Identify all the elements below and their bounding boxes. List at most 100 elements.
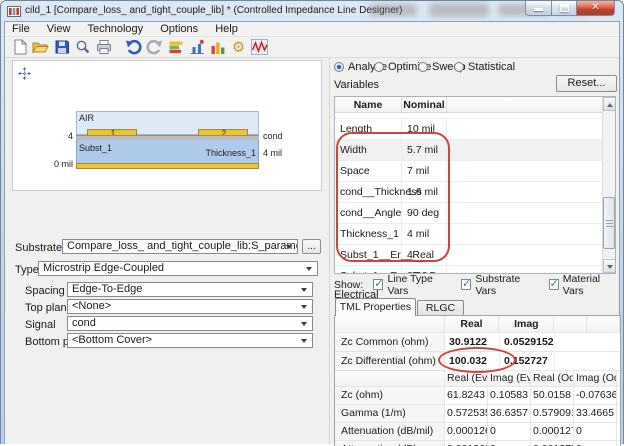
save-button[interactable] [51, 38, 72, 57]
var-value-cell[interactable]: 1.6 mil [402, 182, 447, 202]
real-odd-header: Real (Odd) [531, 371, 574, 386]
top-plane-value: <None> [72, 300, 111, 312]
var-name-cell: Space [335, 161, 402, 181]
browse-button[interactable]: ... [302, 239, 321, 254]
var-value-cell[interactable]: 7 mil [402, 161, 447, 181]
zoom-button[interactable] [72, 38, 93, 57]
titlebar[interactable]: cild_1 [Compare_loss_ and_tight_couple_l… [1, 1, 623, 21]
var-value-cell[interactable]: 90 deg [402, 203, 447, 223]
cross-section-canvas[interactable]: AIR 1 2 4 cond Subst_1 Thickness_1 4 mil… [12, 60, 322, 191]
minimize-icon [534, 8, 543, 11]
impedance-row: Zc Differential (ohm) 100.032 0.152727 [335, 352, 620, 371]
app-icon [7, 5, 21, 17]
value-cell: 0.00012776 [531, 423, 574, 440]
pan-icon [18, 67, 31, 80]
nominal-column-header[interactable]: Nominal [402, 97, 447, 112]
thickness-value-label: 4 mil [263, 148, 282, 158]
menu-item-options[interactable]: Options [153, 22, 205, 37]
variable-row[interactable]: Length10 mil [335, 119, 602, 140]
name-column-header[interactable]: Name [335, 97, 402, 112]
imag-column-header: Imag [499, 316, 554, 332]
checkbox-material-vars[interactable]: ✓ [549, 279, 559, 290]
imag-odd-header: Imag (Odd) [574, 371, 617, 386]
var-value-cell[interactable]: 5.7 mil [402, 140, 447, 160]
scrollbar-thumb[interactable] [603, 197, 615, 249]
tab-tml-properties[interactable]: TML Properties [335, 298, 416, 316]
spacing-type-select[interactable]: Edge-To-Edge [67, 282, 313, 297]
plot-button[interactable] [249, 38, 270, 57]
top-plane-select[interactable]: <None> [67, 299, 313, 314]
scrollbar-up-button[interactable] [603, 97, 616, 111]
menu-item-file[interactable]: File [5, 22, 37, 37]
row-label: Zc Common (ohm) [335, 333, 445, 351]
substrate-editor-button[interactable] [165, 38, 186, 57]
scrollbar-down-button[interactable] [603, 259, 616, 273]
signal-select[interactable]: cond [67, 316, 313, 331]
type-select[interactable]: Microstrip Edge-Coupled [38, 261, 318, 276]
redaction-blur [369, 4, 417, 16]
variable-row[interactable]: cond__Angle90 deg [335, 203, 602, 224]
mode-row: Gamma (1/m) 0.572535 36.6357 0.579091 33… [335, 405, 620, 423]
variable-row[interactable]: Thickness_14 mil [335, 224, 602, 245]
value-cell: 0 [574, 423, 617, 440]
menu-item-help[interactable]: Help [208, 22, 245, 37]
window-title: cild_1 [Compare_loss_ and_tight_couple_l… [25, 1, 402, 21]
redo-icon [146, 39, 163, 55]
undo-button[interactable] [123, 38, 144, 57]
window-controls: ✕ [525, 1, 615, 16]
menu-item-technology[interactable]: Technology [81, 22, 151, 37]
value-cell: 0.152727 [500, 352, 555, 370]
statistics-chart-icon [189, 39, 205, 55]
open-button[interactable] [30, 38, 51, 57]
close-button[interactable]: ✕ [577, 1, 615, 16]
variables-scrollbar[interactable] [602, 97, 615, 273]
variable-row[interactable]: Width5.7 mil [335, 140, 602, 161]
type-label: Type [15, 264, 39, 276]
variable-row[interactable]: Subst_1__Er__Real4 [335, 245, 602, 266]
radio-statistical[interactable]: Statistical [454, 61, 515, 73]
bottom-plane-value: <Bottom Cover> [72, 334, 152, 346]
maximize-button[interactable] [551, 1, 577, 16]
var-value-cell[interactable]: 4 mil [402, 224, 447, 244]
variables-table-body: Length10 mil Width5.7 mil Space7 mil con… [335, 113, 602, 273]
variable-row[interactable]: cond__Thickness1.6 mil [335, 182, 602, 203]
bottom-plane-select[interactable]: <Bottom Cover> [67, 333, 313, 348]
magnifier-icon [75, 39, 91, 55]
menu-item-view[interactable]: View [40, 22, 78, 37]
bar-chart-button[interactable] [207, 38, 228, 57]
statistics-button[interactable] [186, 38, 207, 57]
var-value-cell[interactable]: 4 [402, 245, 447, 265]
cond-layer-label: cond [263, 131, 283, 141]
value-cell: 30.9122 [445, 333, 500, 351]
redo-button[interactable] [144, 38, 165, 57]
substrate-name-label: Subst_1 [79, 143, 112, 153]
value-cell: 36.6357 [488, 405, 531, 422]
undo-icon [125, 39, 142, 55]
settings-button[interactable]: ⚙ [228, 38, 249, 57]
blank-header-cell [335, 371, 445, 386]
blank-header-cell [554, 316, 587, 332]
checkbox-substrate-vars[interactable]: ✓ [461, 279, 471, 290]
bar-chart-icon [210, 39, 226, 55]
client-area: File View Technology Options Help [4, 21, 620, 444]
open-folder-icon [32, 39, 49, 55]
checkbox-label: Material Vars [563, 273, 619, 297]
row-label: Zc Differential (ohm) [335, 352, 445, 370]
minimize-button[interactable] [525, 1, 551, 16]
var-name-cell: Subst_1__Er__Real [335, 245, 402, 265]
substrate-select[interactable]: Compare_loss_ and_tight_couple_lib:S_par… [62, 239, 298, 254]
tab-rlgc[interactable]: RLGC [417, 300, 464, 316]
gear-icon: ⚙ [232, 40, 245, 55]
app-window: cild_1 [Compare_loss_ and_tight_couple_l… [0, 0, 624, 444]
reset-button[interactable]: Reset... [556, 75, 617, 92]
thickness-label: Thickness_1 [173, 148, 256, 158]
new-button[interactable] [9, 38, 30, 57]
real-even-header: Real (Even) [445, 371, 488, 386]
var-value-cell[interactable]: 10 mil [402, 119, 447, 139]
variable-row[interactable]: Space7 mil [335, 161, 602, 182]
top-plane-label: Top plane [25, 302, 73, 314]
save-icon [54, 39, 70, 55]
bottom-plane[interactable] [76, 163, 259, 169]
panel-splitter[interactable] [329, 58, 330, 444]
print-button[interactable] [93, 38, 114, 57]
